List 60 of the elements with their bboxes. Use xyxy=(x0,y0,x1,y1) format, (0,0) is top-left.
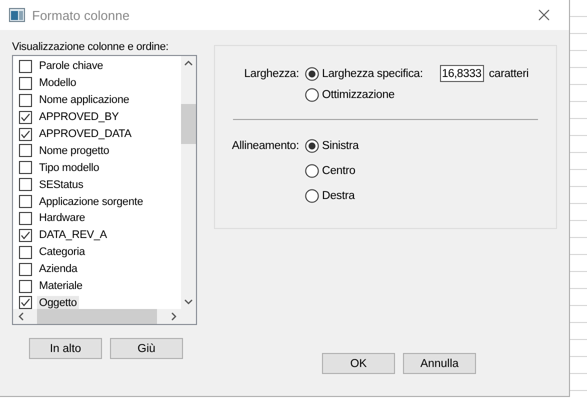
radio-button[interactable] xyxy=(305,88,319,102)
list-item[interactable]: Categoria xyxy=(37,245,87,260)
list-item[interactable]: Oggetto xyxy=(37,296,79,309)
option-label[interactable]: Sinistra xyxy=(322,140,359,152)
checkbox[interactable] xyxy=(19,246,32,259)
checkbox[interactable] xyxy=(19,60,32,73)
list-item[interactable]: APPROVED_DATA xyxy=(37,127,134,141)
option-label[interactable]: Ottimizzazione xyxy=(322,88,395,100)
unit-label: caratteri xyxy=(488,68,529,80)
scroll-right-icon[interactable] xyxy=(171,312,177,321)
scroll-down-icon[interactable] xyxy=(184,299,193,305)
list-item[interactable]: SEStatus xyxy=(37,178,86,192)
option-label[interactable]: Larghezza specifica: xyxy=(322,68,423,80)
width-input[interactable]: 16,8333 xyxy=(440,65,484,82)
list-item[interactable]: DATA_REV_A xyxy=(37,228,109,242)
window-icon xyxy=(9,8,25,22)
dialog-button[interactable]: OK xyxy=(322,353,395,374)
scroll-thumb[interactable] xyxy=(181,104,196,144)
list-item[interactable]: Tipo modello xyxy=(37,160,102,175)
checkbox[interactable] xyxy=(19,110,32,124)
checkbox[interactable] xyxy=(19,94,32,107)
list-item[interactable]: Nome progetto xyxy=(37,144,112,158)
dialog-button[interactable]: Annulla xyxy=(403,353,476,374)
window-title: Formato colonne xyxy=(32,8,131,22)
checkbox[interactable] xyxy=(19,262,32,276)
radio-button[interactable] xyxy=(305,188,319,202)
list-item[interactable]: Parole chiave xyxy=(37,59,106,74)
scroll-thumb[interactable] xyxy=(37,309,157,324)
scroll-left-icon[interactable] xyxy=(18,312,24,321)
move-button[interactable]: In alto xyxy=(29,338,102,359)
list-item[interactable]: Modello xyxy=(37,76,78,90)
checkbox[interactable] xyxy=(19,195,32,208)
list-item[interactable]: Nome applicazione xyxy=(37,93,132,108)
width-label: Larghezza: xyxy=(243,67,299,82)
list-label: Visualizzazione colonne e ordine: xyxy=(12,40,170,55)
checkbox[interactable] xyxy=(19,296,32,309)
horizontal-scrollbar[interactable] xyxy=(13,309,196,324)
checkbox[interactable] xyxy=(19,76,32,90)
checkbox[interactable] xyxy=(19,178,32,192)
list-item[interactable]: Azienda xyxy=(37,262,80,276)
checkbox[interactable] xyxy=(19,228,32,242)
checkbox[interactable] xyxy=(19,161,32,174)
move-button[interactable]: Giù xyxy=(110,338,183,359)
close-icon[interactable] xyxy=(538,9,550,21)
list-item[interactable]: Materiale xyxy=(37,279,84,294)
radio-button[interactable] xyxy=(305,164,319,178)
list-item[interactable]: Hardware xyxy=(37,211,88,226)
radio-button[interactable] xyxy=(305,66,319,80)
scroll-up-icon[interactable] xyxy=(184,60,193,66)
list-item[interactable]: Applicazione sorgente xyxy=(37,194,146,209)
checkbox[interactable] xyxy=(19,212,32,225)
option-label[interactable]: Centro xyxy=(322,164,356,176)
option-label[interactable]: Destra xyxy=(322,190,355,202)
vertical-scrollbar[interactable] xyxy=(181,56,196,309)
list-item[interactable]: APPROVED_BY xyxy=(37,110,121,124)
radio-button[interactable] xyxy=(305,138,319,152)
checkbox[interactable] xyxy=(19,144,32,158)
checkbox[interactable] xyxy=(19,280,32,293)
alignment-label: Allineamento: xyxy=(230,139,299,154)
checkbox[interactable] xyxy=(19,128,32,140)
